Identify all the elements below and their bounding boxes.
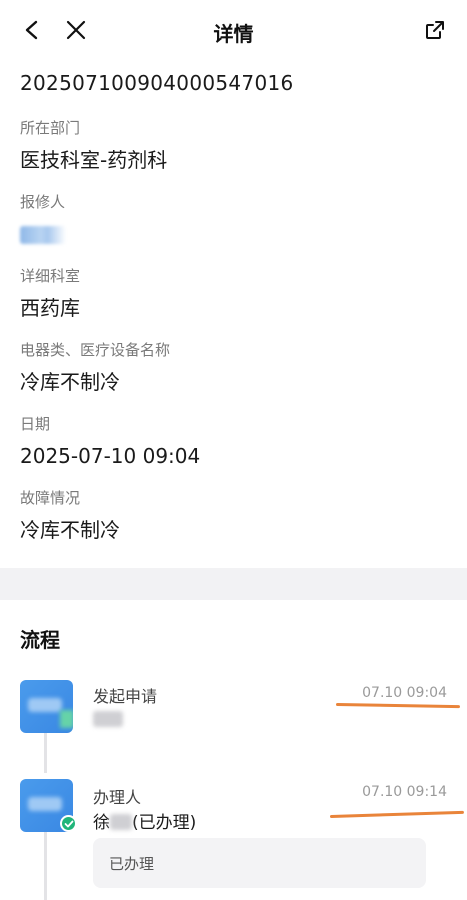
reporter-redacted	[20, 220, 66, 248]
avatar	[20, 680, 73, 733]
section-divider	[0, 568, 467, 600]
field-value: 医技科室-药剂科	[20, 148, 168, 172]
annotation-underline	[335, 703, 461, 709]
timeline-connector	[44, 733, 47, 773]
step-title: 办理人	[93, 788, 142, 807]
avatar-blur	[60, 710, 73, 728]
field-value: 2025-07-10 09:04	[20, 444, 201, 468]
field-label: 所在部门	[20, 119, 81, 137]
step-comment: 已办理	[109, 855, 155, 873]
field-device-name: 电器类、医疗设备名称 冷库不制冷	[20, 340, 170, 396]
field-label: 日期	[20, 415, 51, 433]
field-detail-department: 详细科室 西药库	[20, 266, 80, 322]
field-label: 报修人	[20, 193, 66, 211]
step-person	[93, 710, 123, 730]
annotation-underline	[329, 810, 464, 818]
detail-page: 详情 20250710090400054701‍6 所在部门 医技科室-药剂科 …	[0, 0, 467, 900]
field-date: 日期 2025-07-10 09:04	[20, 414, 200, 470]
share-button[interactable]	[419, 14, 451, 46]
step-comment-box: 已办理	[93, 838, 426, 888]
field-value: 冷库不制冷	[20, 518, 120, 542]
process-title: 流程	[20, 628, 60, 652]
avatar-blur	[28, 797, 62, 811]
redacted-name-block	[93, 711, 123, 727]
field-value: 冷库不制冷	[20, 370, 120, 394]
redacted-name-block	[110, 814, 132, 830]
step-time: 07.10 09:14	[362, 784, 447, 800]
field-reporter: 报修人	[20, 192, 66, 248]
field-department: 所在部门 医技科室-药剂科	[20, 118, 167, 174]
field-label: 故障情况	[20, 489, 81, 507]
person-status: (已办理)	[132, 813, 197, 833]
field-value: 西药库	[20, 296, 80, 320]
top-nav-bar: 详情	[0, 0, 467, 60]
field-label: 详细科室	[20, 267, 81, 285]
field-fault: 故障情况 冷库不制冷	[20, 488, 120, 544]
timeline-connector	[44, 832, 47, 900]
redacted-name-block	[20, 226, 66, 244]
completed-check-icon	[60, 815, 77, 832]
field-label: 电器类、医疗设备名称	[20, 341, 171, 359]
step-title: 发起申请	[93, 687, 158, 706]
page-title: 详情	[213, 22, 254, 46]
person-name-prefix: 徐	[93, 813, 110, 833]
step-person: 徐 (已办理)	[93, 808, 196, 833]
external-link-icon	[426, 21, 444, 39]
step-time: 07.10 09:04	[362, 685, 447, 701]
order-number: 20250710090400054701‍6	[20, 71, 294, 95]
avatar-blur	[28, 698, 62, 712]
